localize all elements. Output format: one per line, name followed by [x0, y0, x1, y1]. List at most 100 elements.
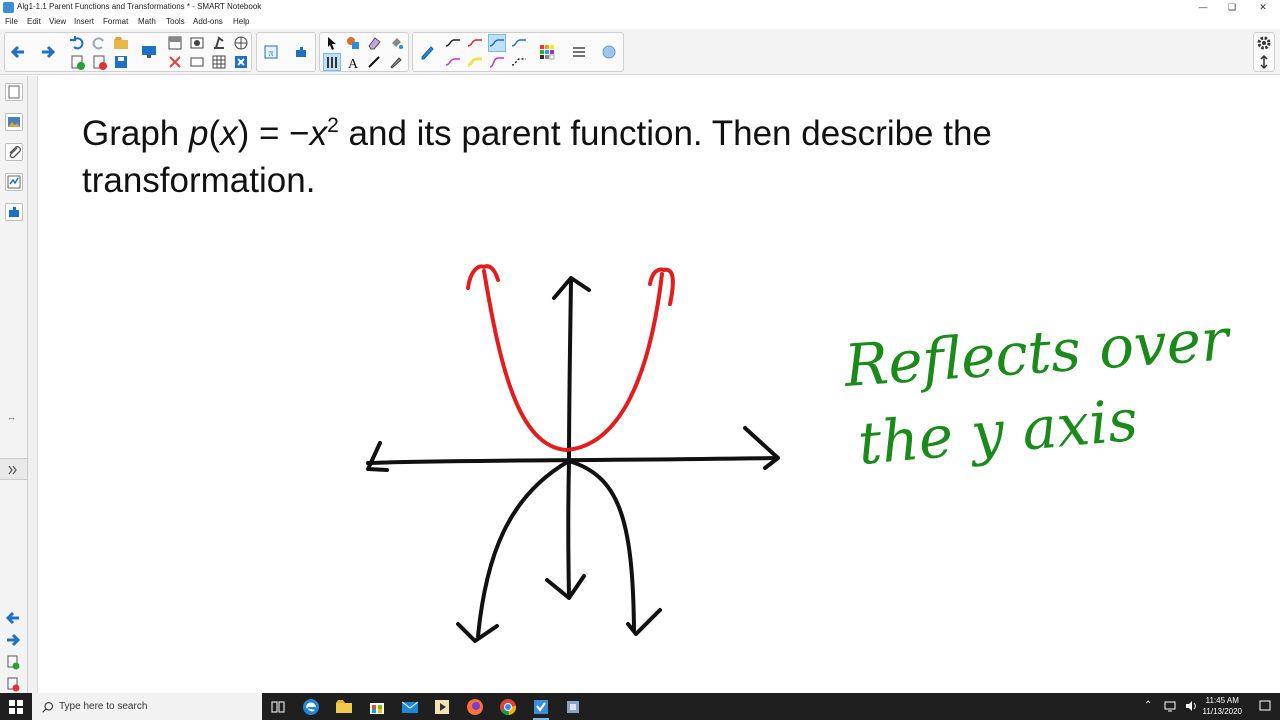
- shapes-icon[interactable]: [345, 35, 361, 51]
- line-icon[interactable]: [366, 54, 382, 70]
- pen-style-4-icon[interactable]: [511, 35, 527, 51]
- screen-capture-icon[interactable]: [189, 35, 205, 51]
- back-arrow-icon[interactable]: [10, 44, 26, 60]
- whiteboard-canvas[interactable]: Graph p(x) = −x2 and its parent function…: [38, 76, 1280, 693]
- pen-style-5-icon[interactable]: [445, 54, 461, 70]
- search-placeholder: Type here to search: [59, 701, 148, 712]
- title-bar: Alg1-1.1 Parent Functions and Transforma…: [0, 0, 1280, 15]
- delete-page-icon[interactable]: [91, 54, 107, 70]
- full-screen-icon[interactable]: [189, 54, 205, 70]
- y-axis-down-arrow: [545, 574, 586, 600]
- resize-icon[interactable]: ↔: [7, 412, 16, 422]
- menu-view[interactable]: View: [49, 17, 66, 26]
- expand-icon[interactable]: [0, 458, 28, 480]
- fill-icon[interactable]: [388, 35, 404, 51]
- toolbar-group-main: [4, 32, 252, 72]
- document-camera-icon[interactable]: [211, 35, 227, 51]
- close-button[interactable]: ✕: [1253, 1, 1273, 13]
- store-icon[interactable]: [367, 697, 387, 717]
- menu-file[interactable]: File: [5, 17, 18, 26]
- windows-start-icon[interactable]: [8, 699, 24, 715]
- volume-icon[interactable]: [1184, 699, 1198, 713]
- gallery-icon[interactable]: [5, 113, 23, 131]
- move-toolbar-icon[interactable]: [1256, 54, 1272, 70]
- toolbar-group-settings: [1253, 32, 1275, 72]
- magic-pen-icon[interactable]: [388, 54, 404, 70]
- toolbar: π A: [0, 29, 1280, 75]
- restore-button[interactable]: ❏: [1222, 1, 1242, 13]
- web-icon[interactable]: [233, 35, 249, 51]
- menu-insert[interactable]: Insert: [74, 17, 94, 26]
- y-axis: [566, 280, 573, 598]
- save-icon[interactable]: [113, 54, 129, 70]
- fill-effects-icon[interactable]: [601, 44, 617, 60]
- pen-style-7-icon[interactable]: [489, 54, 505, 70]
- text-icon[interactable]: A: [345, 54, 361, 70]
- menu-tools[interactable]: Tools: [166, 17, 185, 26]
- delete-icon[interactable]: [233, 54, 249, 70]
- gear-icon[interactable]: [1256, 35, 1272, 51]
- add-ons-tab-icon[interactable]: [5, 203, 23, 221]
- annotation-line-1: Reflects over: [841, 305, 1234, 400]
- add-page-icon[interactable]: [69, 54, 85, 70]
- menu-add-ons[interactable]: Add-ons: [193, 17, 223, 26]
- line-style-icon[interactable]: [571, 44, 587, 60]
- network-icon[interactable]: [1163, 699, 1177, 713]
- attachments-icon[interactable]: [5, 143, 23, 161]
- menu-format[interactable]: Format: [103, 17, 128, 26]
- side-tab-bar: ↔: [0, 76, 28, 693]
- next-page-icon[interactable]: [5, 632, 23, 650]
- pen-style-6-icon[interactable]: [467, 54, 483, 70]
- eraser-icon[interactable]: [366, 35, 382, 51]
- pens-icon[interactable]: [323, 53, 341, 71]
- select-arrow-icon[interactable]: [324, 35, 340, 51]
- menu-help[interactable]: Help: [233, 17, 249, 26]
- black-parabola-left: [476, 459, 571, 638]
- minimize-button[interactable]: —: [1193, 1, 1213, 13]
- smart-notebook-icon: [3, 2, 14, 13]
- menu-math[interactable]: Math: [138, 17, 156, 26]
- media-icon[interactable]: [432, 697, 452, 717]
- math-icon[interactable]: π: [263, 44, 279, 60]
- task-view-icon[interactable]: [268, 697, 288, 717]
- ink-drawing: Reflects over the y axis: [366, 264, 1234, 643]
- chrome-icon[interactable]: [498, 697, 518, 717]
- properties-icon[interactable]: [5, 173, 23, 191]
- menu-edit[interactable]: Edit: [27, 17, 41, 26]
- taskbar-search[interactable]: Type here to search: [32, 693, 262, 720]
- window-title: Alg1-1.1 Parent Functions and Transforma…: [17, 2, 262, 11]
- annotation: Reflects over the y axis: [841, 305, 1234, 478]
- notifications-icon[interactable]: [1258, 699, 1272, 713]
- previous-page-icon[interactable]: [5, 610, 23, 628]
- vertical-scrollbar[interactable]: [28, 76, 38, 693]
- mail-icon[interactable]: [400, 697, 420, 717]
- add-ons-icon[interactable]: [293, 44, 309, 60]
- open-folder-icon[interactable]: [113, 35, 129, 51]
- edge-icon[interactable]: [301, 697, 321, 717]
- show-hidden-icons-icon[interactable]: ⌃: [1144, 700, 1152, 711]
- file-explorer-icon[interactable]: [334, 697, 354, 717]
- pen-style-1-icon[interactable]: [445, 35, 461, 51]
- undo-icon[interactable]: [69, 35, 85, 51]
- table-icon[interactable]: [211, 54, 227, 70]
- firefox-icon[interactable]: [465, 697, 485, 717]
- pen-icon[interactable]: [419, 44, 435, 60]
- pen-style-2-icon[interactable]: [467, 35, 483, 51]
- smart-notebook-taskbar-icon[interactable]: [531, 697, 551, 720]
- redo-icon[interactable]: [91, 35, 107, 51]
- delete-page-side-icon[interactable]: [5, 676, 23, 694]
- cut-icon[interactable]: [167, 54, 183, 70]
- app-icon[interactable]: [563, 697, 583, 717]
- x-axis-right-arrow: [743, 426, 780, 470]
- pen-style-3-icon[interactable]: [488, 34, 506, 52]
- reflected-function-curve: [456, 459, 662, 643]
- display-icon[interactable]: [141, 44, 157, 60]
- screen-shade-icon[interactable]: [167, 35, 183, 51]
- clock[interactable]: 11:45 AM 11/13/2020: [1203, 695, 1242, 717]
- pen-style-8-icon[interactable]: [511, 54, 527, 70]
- add-page-side-icon[interactable]: [5, 654, 23, 672]
- page-sorter-icon[interactable]: [5, 83, 23, 101]
- color-palette-icon[interactable]: [539, 44, 555, 60]
- taskbar: Type here to search ⌃ 11:45 AM 11/13/202…: [0, 693, 1280, 720]
- forward-arrow-icon[interactable]: [40, 44, 56, 60]
